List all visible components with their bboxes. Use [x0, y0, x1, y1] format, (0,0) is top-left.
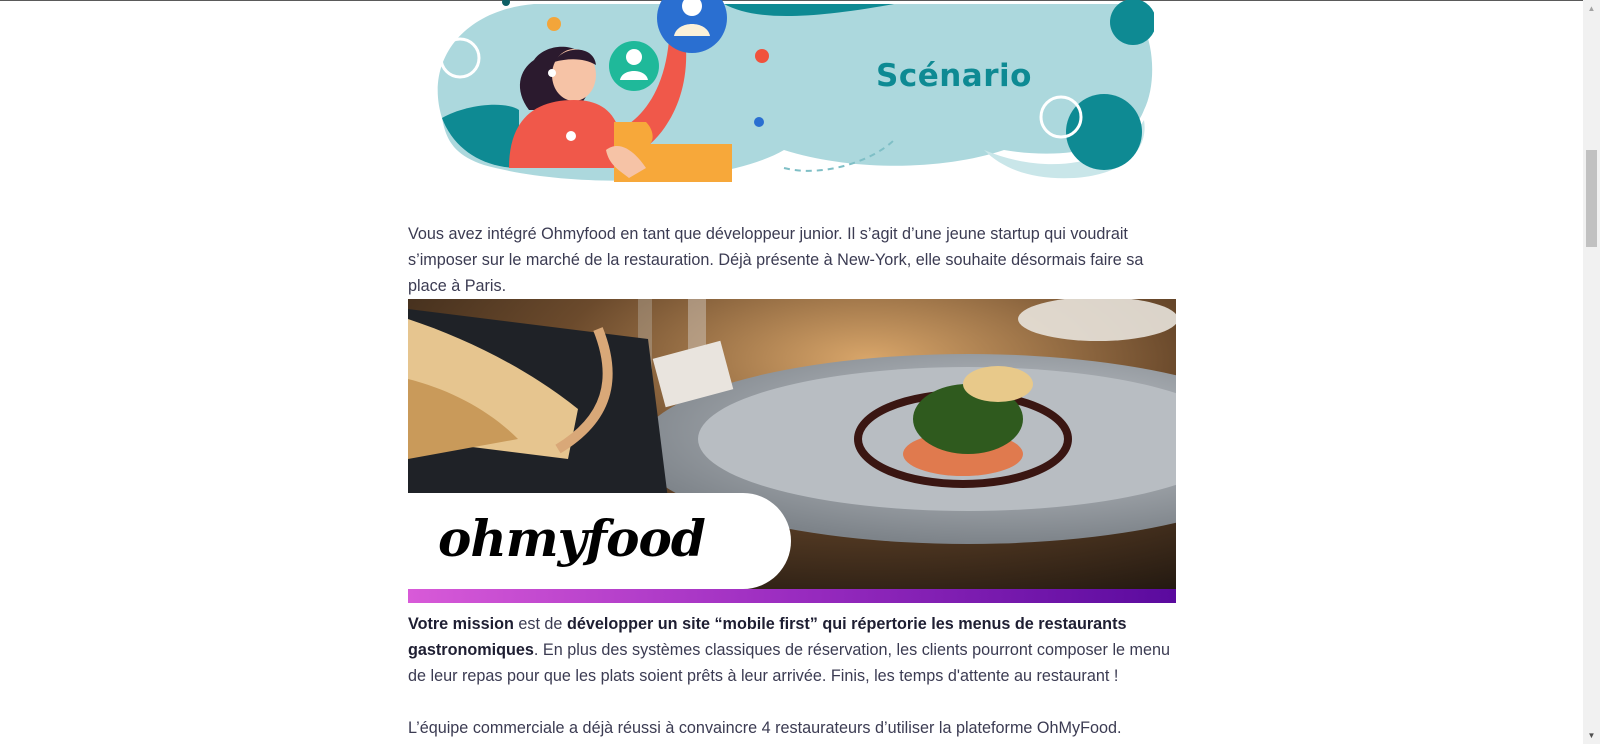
intro-paragraph: Vous avez intégré Ohmyfood en tant que d… — [408, 225, 1144, 295]
mission-connector: est de — [513, 615, 567, 633]
scrollbar-thumb[interactable] — [1586, 150, 1597, 247]
banner-illustration — [437, 0, 1156, 182]
banner-title: Scénario — [876, 58, 1032, 94]
mission-paragraph: Votre mission est de développer un site … — [408, 611, 1176, 689]
team-paragraph: L’équipe commerciale a déjà réussi à con… — [408, 719, 1122, 737]
ohmyfood-logo: ohmyfood — [438, 509, 706, 568]
vertical-scrollbar[interactable]: ▲ ▼ — [1583, 0, 1600, 744]
logo-badge: ohmyfood — [408, 493, 791, 589]
scroll-down-arrow-icon[interactable]: ▼ — [1583, 729, 1600, 742]
gradient-divider — [408, 589, 1176, 603]
scenario-banner: Scénario — [424, 0, 1156, 188]
scroll-up-arrow-icon[interactable]: ▲ — [1583, 2, 1600, 15]
hero-image: ohmyfood — [408, 299, 1176, 603]
mission-label: Votre mission — [408, 615, 514, 633]
